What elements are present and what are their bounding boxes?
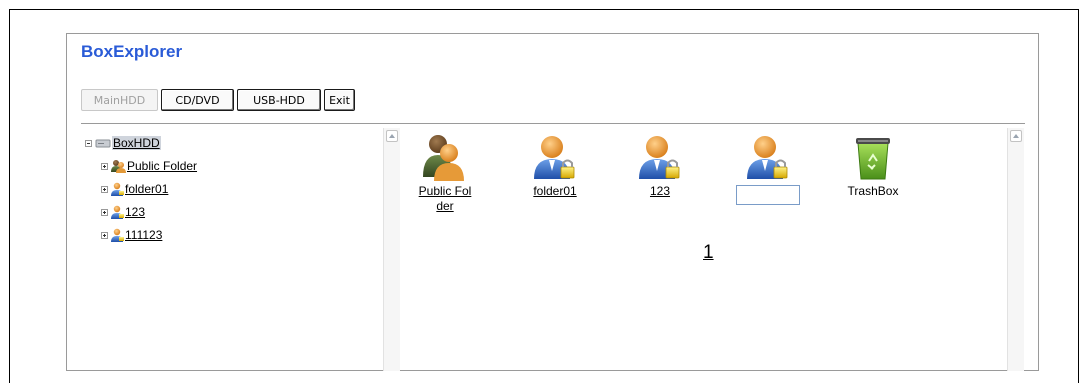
rename-input[interactable] xyxy=(736,185,800,205)
folder-item-public-folder[interactable]: Public Fol der xyxy=(410,133,480,214)
tree-item-111123[interactable]: 111123 xyxy=(101,228,162,242)
mainhdd-button[interactable]: MainHDD xyxy=(81,89,158,111)
shared-users-icon xyxy=(111,160,126,173)
locked-user-icon xyxy=(747,136,788,179)
folder-label[interactable]: Public Fol xyxy=(410,184,480,199)
locked-user-icon xyxy=(111,182,124,196)
tree-root-label[interactable]: BoxHDD xyxy=(112,136,161,150)
folder-item-renaming[interactable] xyxy=(733,133,803,184)
tree-scrollbar[interactable] xyxy=(383,128,400,371)
tree-item-label[interactable]: 111123 xyxy=(125,228,162,242)
tree-item-label[interactable]: Public Folder xyxy=(127,159,197,173)
cd-dvd-button[interactable]: CD/DVD xyxy=(161,89,234,111)
tree-item-label[interactable]: 123 xyxy=(125,205,145,219)
shared-users-icon xyxy=(423,135,464,181)
scroll-up-icon[interactable] xyxy=(1010,130,1022,142)
locked-user-icon xyxy=(111,228,124,242)
trash-icon xyxy=(856,138,890,180)
content-scrollbar[interactable] xyxy=(1007,128,1024,371)
expand-icon[interactable] xyxy=(101,231,108,239)
exit-button[interactable]: Exit xyxy=(324,89,355,111)
hdd-icon xyxy=(95,139,111,148)
folder-item-123[interactable]: 123 xyxy=(625,133,695,199)
locked-user-icon xyxy=(111,205,124,219)
expand-icon[interactable] xyxy=(101,185,108,193)
collapse-icon[interactable] xyxy=(85,139,92,147)
toolbar: MainHDD CD/DVD USB-HDD Exit xyxy=(81,89,355,111)
divider xyxy=(81,123,1025,124)
tree-item-public-folder[interactable]: Public Folder xyxy=(101,159,197,173)
app-title: BoxExplorer xyxy=(81,42,183,61)
tree-item-label[interactable]: folder01 xyxy=(125,182,168,196)
expand-icon[interactable] xyxy=(101,208,108,216)
locked-user-icon xyxy=(639,136,680,179)
tree-item-123[interactable]: 123 xyxy=(101,205,145,219)
expand-icon[interactable] xyxy=(101,162,108,170)
page-number[interactable]: 1 xyxy=(703,242,714,264)
folder-item-folder01[interactable]: folder01 xyxy=(520,133,590,199)
folder-label[interactable]: 123 xyxy=(625,184,695,199)
tree-item-folder01[interactable]: folder01 xyxy=(101,182,168,196)
folder-tree: BoxHDD Public Folder folder01 123 111123 xyxy=(81,128,383,371)
locked-user-icon xyxy=(534,136,575,179)
trashbox-item[interactable]: TrashBox xyxy=(838,133,908,199)
scroll-up-icon[interactable] xyxy=(386,130,398,142)
trashbox-label[interactable]: TrashBox xyxy=(838,184,908,199)
folder-label[interactable]: der xyxy=(410,199,480,214)
usb-hdd-button[interactable]: USB-HDD xyxy=(237,89,321,111)
tree-root[interactable]: BoxHDD xyxy=(85,136,161,150)
folder-label[interactable]: folder01 xyxy=(520,184,590,199)
